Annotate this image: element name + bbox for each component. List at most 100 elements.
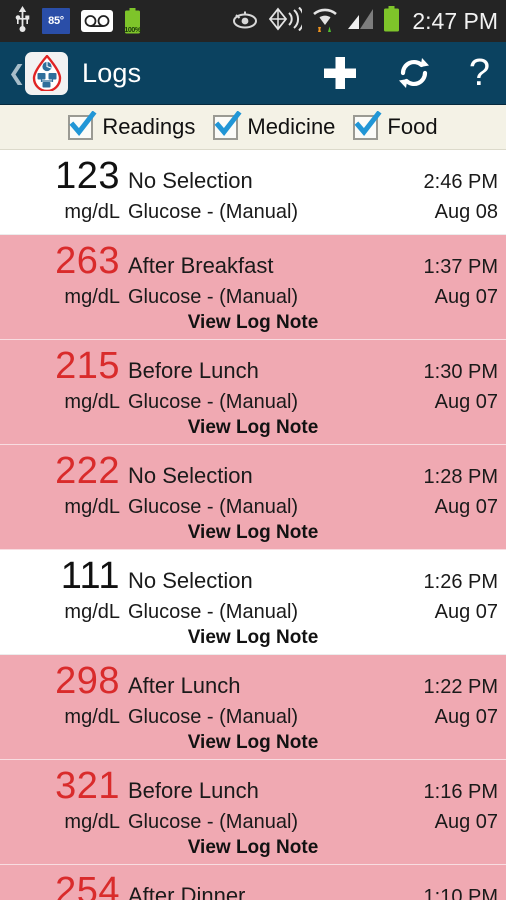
log-entry-row[interactable]: 254After Dinner1:10 PMmg/dLGlucose - (Ma… bbox=[0, 865, 506, 900]
unit-label: mg/dL bbox=[64, 201, 120, 223]
glucose-value: 298 bbox=[55, 660, 120, 702]
log-entry-row[interactable]: 222 No Selection 1:28 PM mg/dL Glucose - (Ma… bbox=[0, 445, 506, 550]
entry-time: 1:30 PM bbox=[423, 361, 498, 383]
entry-time: 1:37 PM bbox=[423, 256, 498, 278]
glucose-value: 123 bbox=[55, 155, 120, 197]
meal-tag: No Selection bbox=[128, 463, 253, 488]
unit-label: mg/dL bbox=[64, 706, 120, 728]
entry-time: 2:46 PM bbox=[423, 171, 498, 193]
entry-source: Glucose - (Manual) bbox=[128, 391, 299, 413]
entry-date: Aug 07 bbox=[434, 601, 498, 623]
entry-source: Glucose - (Manual) bbox=[128, 286, 299, 308]
log-entry-row[interactable]: 298 After Lunch 1:22 PM mg/dL Glucose - (Man… bbox=[0, 655, 506, 760]
view-log-note-link[interactable]: View Log Note bbox=[0, 520, 506, 549]
log-entry-row[interactable]: 111 No Selection 1:26 PM mg/dL Glucose - (Ma… bbox=[0, 550, 506, 655]
entry-source: Glucose - (Manual) bbox=[128, 811, 299, 833]
page-title: Logs bbox=[82, 57, 142, 88]
log-entry-primary-line: 222 No Selection 1:28 PM bbox=[0, 445, 506, 491]
battery-percent-icon: 100% bbox=[124, 8, 141, 34]
view-log-note-link[interactable]: View Log Note bbox=[0, 625, 506, 654]
back-chevron-icon[interactable]: ❮ bbox=[8, 63, 26, 84]
filter-bar: Readings Medicine Food bbox=[0, 105, 506, 150]
view-log-note-link[interactable]: View Log Note bbox=[0, 415, 506, 444]
location-broadcast-icon bbox=[268, 6, 306, 36]
entry-source: Glucose - (Manual) bbox=[128, 496, 299, 518]
filter-food[interactable]: Food bbox=[353, 110, 438, 140]
unit-label: mg/dL bbox=[64, 391, 120, 413]
meal-tag: After Breakfast bbox=[128, 253, 274, 278]
log-entry-row[interactable]: 263 After Breakfast 1:37 PM mg/dL Glucose - … bbox=[0, 235, 506, 340]
battery-full-icon bbox=[383, 5, 400, 37]
log-entry-primary-line: 263 After Breakfast 1:37 PM bbox=[0, 235, 506, 281]
action-bar: ❮ Logs ? bbox=[0, 42, 506, 105]
filter-medicine-label: Medicine bbox=[247, 114, 336, 139]
entry-date: Aug 08 bbox=[434, 201, 498, 223]
log-entry-primary-line: 321 Before Lunch 1:16 PM bbox=[0, 760, 506, 806]
entry-source: Glucose - (Manual) bbox=[128, 201, 299, 223]
log-entry-primary-line: 123 No Selection 2:46 PM bbox=[0, 150, 506, 196]
log-list: 123 No Selection 2:46 PM mg/dL Glucose - (Ma… bbox=[0, 150, 506, 900]
filter-medicine[interactable]: Medicine bbox=[213, 110, 336, 140]
checkbox-readings-checked[interactable] bbox=[68, 110, 97, 140]
unit-label: mg/dL bbox=[64, 286, 120, 308]
view-log-note-link[interactable]: View Log Note bbox=[0, 310, 506, 339]
entry-date: Aug 07 bbox=[434, 286, 498, 308]
log-entry-secondary-line: mg/dL Glucose - (Manual) Aug 07 bbox=[0, 281, 506, 310]
glucose-value: 263 bbox=[55, 240, 120, 282]
status-bar: 85° 100% 2:47 PM bbox=[0, 0, 506, 42]
log-entry-row[interactable]: 215 Before Lunch 1:30 PM mg/dL Glucose - (Ma… bbox=[0, 340, 506, 445]
meal-tag: No Selection bbox=[128, 568, 253, 593]
log-entry-secondary-line: mg/dL Glucose - (Manual) Aug 07 bbox=[0, 386, 506, 415]
plus-icon[interactable] bbox=[321, 54, 359, 92]
entry-time: 1:28 PM bbox=[423, 466, 498, 488]
checkbox-medicine-checked[interactable] bbox=[213, 110, 242, 140]
glucose-value: 215 bbox=[55, 345, 120, 387]
battery-percent-label: 100% bbox=[124, 27, 141, 34]
meal-tag: After Lunch bbox=[128, 673, 241, 698]
log-entry-row[interactable]: 321 Before Lunch 1:16 PM mg/dL Glucose - (Ma… bbox=[0, 760, 506, 865]
temperature-badge: 85° bbox=[42, 8, 70, 34]
smart-stay-eye-icon bbox=[231, 9, 259, 34]
signal-bars-icon bbox=[348, 8, 374, 35]
glucose-value: 222 bbox=[55, 450, 120, 492]
log-entry-secondary-line: mg/dL Glucose - (Manual) Aug 07 bbox=[0, 701, 506, 730]
status-bar-right-icons: 2:47 PM bbox=[231, 5, 498, 37]
status-bar-left-icons: 85° 100% bbox=[14, 5, 141, 37]
blood-drop-network-app-icon[interactable] bbox=[25, 51, 68, 95]
log-entry-secondary-line: mg/dL Glucose - (Manual) Aug 08 bbox=[0, 196, 506, 234]
help-button[interactable]: ? bbox=[469, 54, 490, 92]
log-entry-secondary-line: mg/dL Glucose - (Manual) Aug 07 bbox=[0, 596, 506, 625]
entry-time: 1:10 PM bbox=[423, 886, 498, 900]
log-entry-secondary-line: mg/dL Glucose - (Manual) Aug 07 bbox=[0, 491, 506, 520]
meal-tag: Before Lunch bbox=[128, 358, 259, 383]
log-entry-primary-line: 215 Before Lunch 1:30 PM bbox=[0, 340, 506, 386]
entry-date: Aug 07 bbox=[434, 706, 498, 728]
status-bar-clock: 2:47 PM bbox=[412, 7, 498, 34]
entry-time: 1:22 PM bbox=[423, 676, 498, 698]
entry-source: Glucose - (Manual) bbox=[128, 706, 299, 728]
log-entry-row[interactable]: 123 No Selection 2:46 PM mg/dL Glucose - (Ma… bbox=[0, 150, 506, 235]
log-entry-primary-line: 298 After Lunch 1:22 PM bbox=[0, 655, 506, 701]
entry-time: 1:16 PM bbox=[423, 781, 498, 803]
entry-date: Aug 07 bbox=[434, 811, 498, 833]
glucose-value: 111 bbox=[60, 555, 120, 597]
view-log-note-link[interactable]: View Log Note bbox=[0, 730, 506, 759]
entry-date: Aug 07 bbox=[434, 391, 498, 413]
log-entry-primary-line: 111 No Selection 1:26 PM bbox=[0, 550, 506, 596]
sync-refresh-icon[interactable] bbox=[395, 54, 433, 92]
meal-tag: After Dinner bbox=[128, 883, 246, 900]
filter-readings-label: Readings bbox=[102, 114, 196, 139]
meal-tag: Before Lunch bbox=[128, 778, 259, 803]
filter-food-label: Food bbox=[387, 114, 438, 139]
glucose-value: 254 bbox=[55, 870, 120, 900]
entry-time: 1:26 PM bbox=[423, 571, 498, 593]
filter-readings[interactable]: Readings bbox=[68, 110, 196, 140]
glucose-value: 321 bbox=[55, 765, 120, 807]
unit-label: mg/dL bbox=[64, 601, 120, 623]
wifi-transfer-icon bbox=[311, 6, 339, 37]
entry-date: Aug 07 bbox=[434, 496, 498, 518]
action-bar-actions: ? bbox=[321, 54, 490, 92]
view-log-note-link[interactable]: View Log Note bbox=[0, 835, 506, 864]
checkbox-food-checked[interactable] bbox=[353, 110, 382, 140]
log-entry-secondary-line: mg/dL Glucose - (Manual) Aug 07 bbox=[0, 806, 506, 835]
